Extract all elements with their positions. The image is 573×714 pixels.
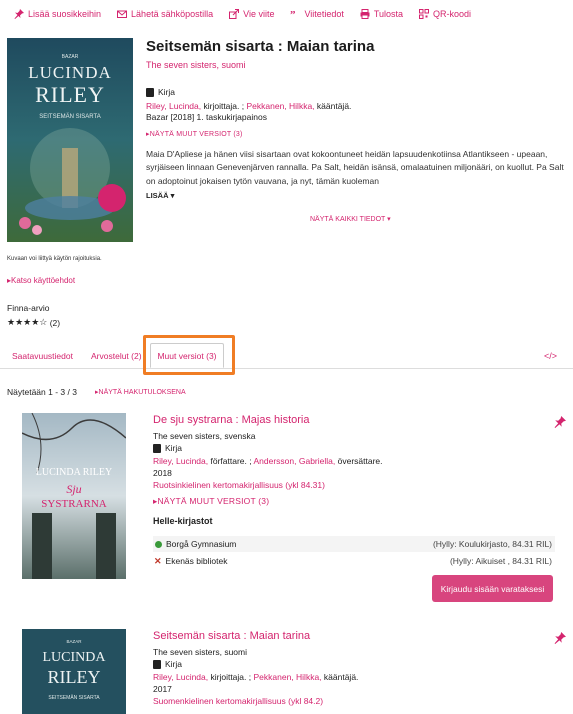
cover-title-1: Sju (66, 482, 81, 496)
tab-reviews[interactable]: Arvostelut (2) (91, 351, 142, 361)
show-all-details-link[interactable]: NÄYTÄ KAIKKI TIEDOT ▾ (310, 215, 391, 223)
result-authors: Riley, Lucinda, författare. ; Andersson,… (153, 456, 383, 466)
cover-title-2: SYSTRARNA (41, 498, 106, 510)
translator-link[interactable]: Andersson, Gabriella, (254, 456, 336, 466)
print-button[interactable]: Tulosta (360, 9, 403, 19)
record-publication: Bazar [2018] 1. taskukirjapainos (146, 112, 267, 122)
export-label: Vie viite (243, 9, 275, 19)
result-format: Kirja (153, 443, 182, 453)
record-toolbar: Lisää suosikkeihin Lähetä sähköpostilla … (14, 9, 487, 19)
record-tabs: Saatavuustiedot Arvostelut (2) (0, 343, 573, 369)
book-icon (153, 659, 161, 669)
cover-author-first: LUCINDA (43, 650, 107, 665)
result-classification-link[interactable]: Ruotsinkielinen kertomakirjallisuus (ykl… (153, 480, 325, 490)
author-role: författare. ; (208, 456, 252, 466)
envelope-icon (117, 10, 128, 18)
embed-code-icon[interactable]: </> (544, 351, 557, 361)
svg-text:”: ” (290, 9, 296, 19)
result-year: 2018 (153, 468, 172, 478)
libraries-heading: Helle-kirjastot (153, 516, 213, 526)
author-link-pekkanen[interactable]: Pekkanen, Hilkka, (247, 101, 315, 111)
result-classification-link[interactable]: Suomenkielinen kertomakirjallisuus (ykl … (153, 696, 323, 706)
record-title: Seitsemän sisarta : Maian tarina (146, 38, 375, 55)
result-title[interactable]: Seitsemän sisarta : Maian tarina (153, 630, 310, 642)
format-label: Kirja (158, 87, 176, 97)
result-title[interactable]: De sju systrarna : Majas historia (153, 414, 310, 426)
pin-icon[interactable] (554, 632, 566, 644)
format-label: Kirja (165, 443, 183, 453)
library-name: Ekenäs bibliotek (165, 556, 228, 566)
translator-role: kääntäjä. (314, 101, 352, 111)
export-icon (229, 9, 240, 19)
unavailable-icon: ✕ (154, 555, 162, 566)
record-format: Kirja (146, 87, 175, 97)
cover-author-first: LUCINDA (28, 63, 112, 82)
shelf-location: (Hylly: Koulukirjasto, 84.31 RIL) (432, 539, 552, 549)
result-subtitle: The seven sisters, svenska (153, 431, 256, 441)
finna-rating-label: Finna-arvio (7, 303, 50, 313)
record-subtitle: The seven sisters, suomi (146, 60, 246, 70)
qr-code-label: QR-koodi (433, 9, 472, 19)
book-icon (146, 87, 154, 97)
library-row[interactable]: Borgå Gymnasium (Hylly: Koulukirjasto, 8… (153, 536, 555, 552)
quote-icon: ” (290, 9, 296, 19)
image-rights-caption: Kuvaan voi liittyä käytön rajoituksia. (7, 256, 102, 262)
tab-highlight-box (143, 335, 235, 375)
author-link[interactable]: Riley, Lucinda, (153, 672, 208, 682)
print-label: Tulosta (373, 9, 404, 19)
cover-author-last: RILEY (48, 667, 101, 687)
cover-title: SEITSEMÄN SISARTA (48, 694, 100, 701)
citation-label: Viitetiedot (304, 9, 344, 19)
export-button[interactable]: Vie viite (229, 9, 274, 19)
author-role: kirjoittaja. ; (201, 101, 245, 111)
result-other-versions-link[interactable]: ▸NÄYTÄ MUUT VERSIOT (3) (153, 496, 269, 507)
cover-publisher: BAZAR (66, 639, 82, 644)
email-button[interactable]: Lähetä sähköpostilla (117, 9, 213, 19)
author-role: kirjoittaja. ; (208, 672, 252, 682)
pin-icon (14, 9, 24, 19)
book-cover-image[interactable]: BAZAR LUCINDA RILEY SEITSEMÄN SISARTA (7, 38, 133, 242)
citation-button[interactable]: ” Viitetiedot (290, 9, 343, 19)
result-subtitle: The seven sisters, suomi (153, 647, 248, 657)
author-link[interactable]: Riley, Lucinda, (153, 456, 208, 466)
stars-icon: ★★★★☆ (7, 317, 48, 327)
cover-title: SEITSEMÄN SISARTA (39, 113, 100, 120)
record-authors: Riley, Lucinda, kirjoittaja. ; Pekkanen,… (146, 101, 351, 111)
pin-icon[interactable] (554, 416, 566, 428)
translator-role: kääntäjä. (321, 672, 359, 682)
result-format: Kirja (153, 659, 182, 669)
add-favorite-button[interactable]: Lisää suosikkeihin (14, 9, 101, 19)
rating-count: (2) (49, 317, 61, 328)
add-favorite-label: Lisää suosikkeihin (28, 9, 102, 19)
library-row[interactable]: ✕ Ekenäs bibliotek (Hylly: Aikuiset , 84… (153, 553, 555, 569)
show-as-search-link[interactable]: ▸NÄYTÄ HAKUTULOKSENA (95, 388, 186, 396)
qr-code-icon (419, 9, 430, 19)
email-label: Lähetä sähköpostilla (131, 9, 214, 19)
usage-rights-link[interactable]: ▸Katso käyttöehdot (7, 276, 75, 285)
tab-availability[interactable]: Saatavuustiedot (12, 351, 73, 361)
cover-author-last: RILEY (35, 82, 105, 107)
translator-role: översättare. (335, 456, 383, 466)
shelf-location: (Hylly: Aikuiset , 84.31 RIL) (449, 556, 552, 566)
results-count: Näytetään 1 - 3 / 3 (7, 387, 77, 397)
cover-publisher: BAZAR (62, 54, 79, 60)
login-to-reserve-button[interactable]: Kirjaudu sisään varataksesi (432, 575, 553, 602)
cover-author: LUCINDA RILEY (36, 467, 112, 478)
result-cover-image[interactable]: LUCINDA RILEY Sju SYSTRARNA (22, 413, 126, 579)
print-icon (360, 9, 370, 19)
show-other-versions-link[interactable]: ▸NÄYTÄ MUUT VERSIOT (3) (146, 130, 243, 138)
more-button[interactable]: LISÄÄ ▾ (146, 191, 174, 200)
translator-link[interactable]: Pekkanen, Hilkka, (254, 672, 322, 682)
available-icon (155, 540, 162, 548)
result-authors: Riley, Lucinda, kirjoittaja. ; Pekkanen,… (153, 672, 358, 682)
record-description: Maia D'Apliese ja hänen viisi sisartaan … (146, 149, 564, 186)
qr-code-button[interactable]: QR-koodi (419, 9, 471, 19)
author-link-riley[interactable]: Riley, Lucinda, (146, 101, 201, 111)
star-rating[interactable]: ★★★★☆ (2) (7, 317, 60, 328)
book-icon (153, 443, 161, 453)
result-cover-image[interactable]: BAZAR LUCINDA RILEY SEITSEMÄN SISARTA (22, 629, 126, 714)
result-year: 2017 (153, 684, 172, 694)
library-name: Borgå Gymnasium (166, 539, 237, 549)
format-label: Kirja (165, 659, 183, 669)
